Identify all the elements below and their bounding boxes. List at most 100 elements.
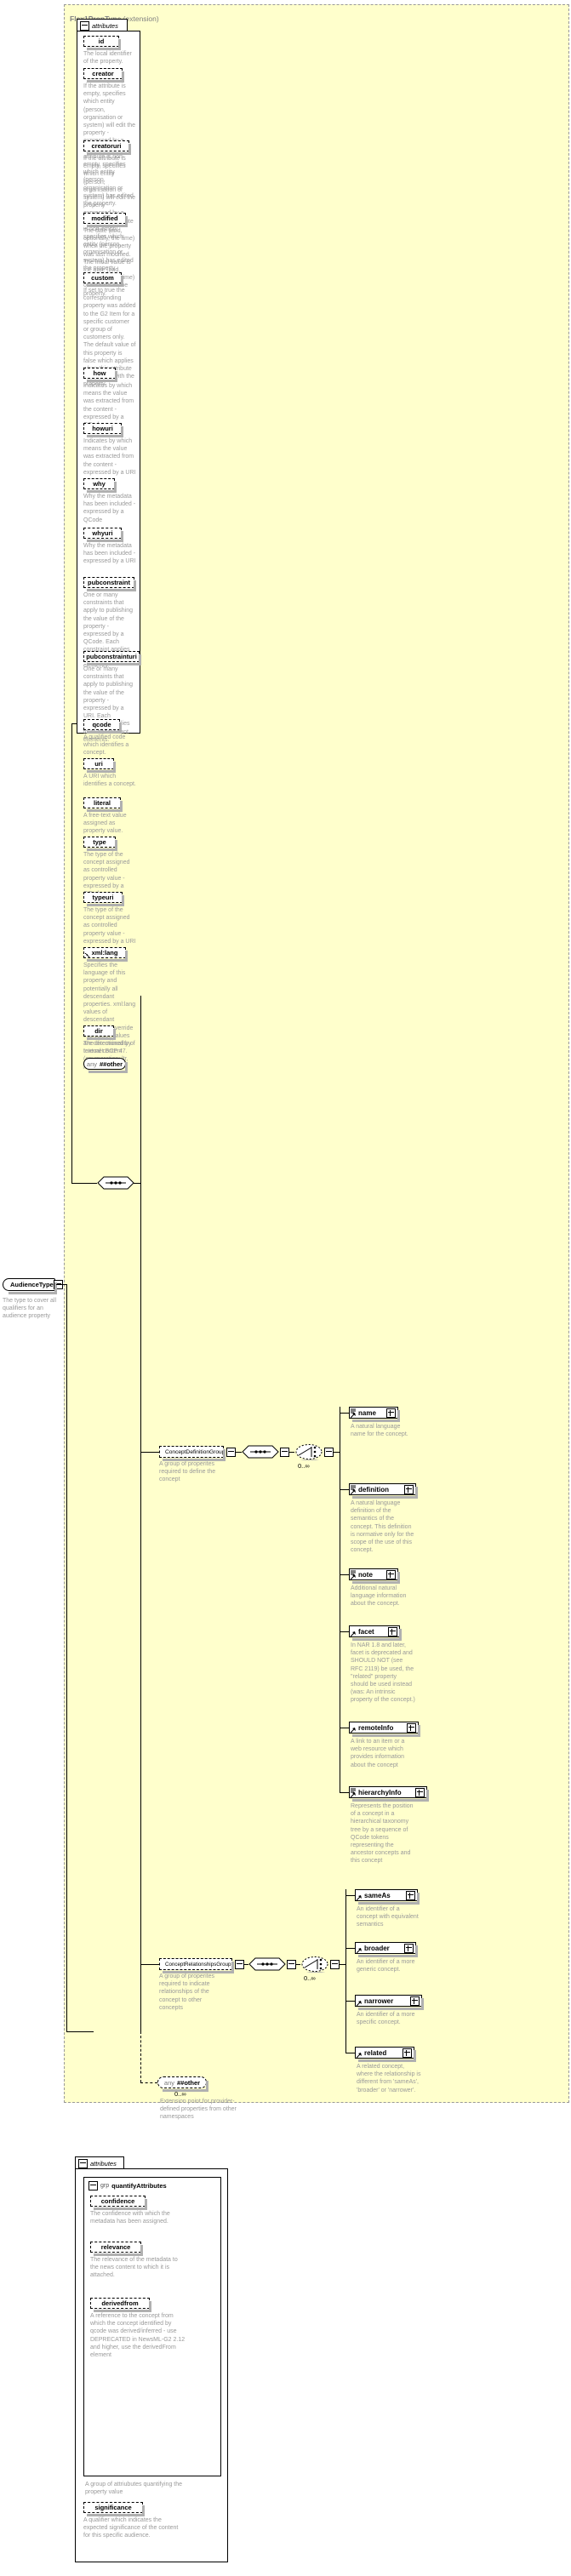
attr-label: typeuri <box>92 894 114 901</box>
attr-label: custom <box>91 274 114 282</box>
connector-seq-out <box>134 1183 140 1184</box>
element-definition[interactable]: definition <box>349 1483 418 1499</box>
element-expand-icon[interactable] <box>388 1626 397 1636</box>
attr-chip-confidence[interactable]: confidence <box>90 2196 147 2210</box>
any-prefix: any <box>163 2078 174 2087</box>
branch-spine <box>140 996 141 2031</box>
element-expand-icon[interactable] <box>407 1722 416 1733</box>
attr-chip-custom[interactable]: custom <box>83 272 123 287</box>
element-desc-remoteinfo: A link to an item or a web resource whic… <box>351 1739 405 1768</box>
element-any-other-chip[interactable]: any ##other <box>157 2076 208 2092</box>
attr-chip-significance[interactable]: significance <box>83 2502 145 2516</box>
choice-node-definition[interactable] <box>294 1443 323 1463</box>
attr-chip-literal[interactable]: literal <box>83 797 123 812</box>
element-expand-icon[interactable] <box>404 1484 414 1494</box>
element-arrow-icon <box>357 1895 362 1900</box>
element-expand-icon[interactable] <box>386 1408 396 1418</box>
choice-node-relationships[interactable] <box>300 1956 329 1975</box>
group-collapse-minus-icon[interactable] <box>89 2181 98 2190</box>
element-name[interactable]: name <box>349 1407 400 1422</box>
attr-chip-creator[interactable]: creator <box>83 68 124 83</box>
attributes-tab[interactable]: attributes <box>77 19 128 31</box>
connector-rel-child-broader <box>345 1948 355 1949</box>
attr-chip-how[interactable]: how <box>83 368 117 382</box>
connector-defgroup-to-seq <box>235 1452 242 1453</box>
relationships-children-spine <box>345 1889 346 2053</box>
element-remoteinfo[interactable]: remoteInfo <box>349 1722 420 1737</box>
root-type-desc: The type to cover all qualifiers for an … <box>3 1298 57 1320</box>
element-broader[interactable]: broader <box>355 1942 418 1957</box>
connector-rel-child-narrower <box>345 2001 355 2002</box>
attr-chip-pubconstrainturi[interactable]: pubconstrainturi <box>83 651 141 665</box>
group-relationships-desc: A group of properites required to indica… <box>159 1973 214 2011</box>
attr-label: dir <box>94 1027 103 1035</box>
element-arrow-icon <box>357 1948 362 1953</box>
element-arrow-icon <box>357 2053 362 2058</box>
element-expand-icon[interactable] <box>404 1943 414 1953</box>
panel-spine-to-attrs <box>71 723 77 724</box>
attr-chip-qcode[interactable]: qcode <box>83 719 122 734</box>
attr-chip-type[interactable]: type <box>83 837 117 851</box>
attr-chip-dir[interactable]: dir <box>83 1025 116 1040</box>
attr-label: modified <box>91 214 118 222</box>
schema-diagram: Flex1PropType (extension) attributes id … <box>0 0 571 2576</box>
quantify-attributes-group-header[interactable]: grp quantifyAttributes <box>89 2181 167 2190</box>
element-expand-icon[interactable] <box>415 1787 425 1797</box>
attr-chip-howuri[interactable]: howuri <box>83 423 123 437</box>
attr-desc-id: The local identifier of the property. <box>83 51 132 66</box>
sequence-node-definition[interactable] <box>242 1445 279 1461</box>
attr-desc-qcode: A qualified code which identifies a conc… <box>83 734 129 757</box>
element-related[interactable]: related <box>355 2047 416 2062</box>
element-arrow-icon <box>351 1489 356 1494</box>
connector-relchoice-out <box>339 1964 345 1965</box>
group-ref-label: ConceptRelationshipsGroup <box>165 1961 231 1968</box>
sequence-node-root[interactable] <box>97 1176 134 1192</box>
attr-chip-xml-lang[interactable]: xml:lang <box>83 947 128 962</box>
attr-chip-creatoruri[interactable]: creatoruri <box>83 140 131 155</box>
attr-chip-whyuri[interactable]: whyuri <box>83 528 123 542</box>
connector-def-child-hierarchyinfo <box>340 1792 349 1793</box>
attr-chip-uri[interactable]: uri <box>83 758 116 773</box>
element-facet[interactable]: facet <box>349 1625 402 1641</box>
root-type-chip[interactable]: AudienceType <box>3 1278 63 1294</box>
attr-desc-whyuri: Why the metadata has been included - exp… <box>83 543 136 565</box>
collapse-minus-icon[interactable] <box>80 20 89 31</box>
attr-chip-derivedfrom[interactable]: derivedfrom <box>90 2298 151 2312</box>
element-expand-icon[interactable] <box>386 1569 396 1579</box>
attr-chip-typeuri[interactable]: typeuri <box>83 892 124 906</box>
connector-branch-relationships <box>140 1964 159 1965</box>
bottom-attributes-tab[interactable]: attributes <box>75 2156 124 2169</box>
bottom-collapse-minus-icon[interactable] <box>78 2158 88 2168</box>
attr-chip-why[interactable]: why <box>83 478 117 493</box>
element-desc-name: A natural language name for the concept. <box>351 1424 408 1438</box>
attr-desc-literal: A free-text value assigned as property v… <box>83 813 127 835</box>
element-narrower[interactable]: narrower <box>355 1995 424 2010</box>
sequence-node-relationships[interactable] <box>248 1957 286 1973</box>
element-label: note <box>358 1570 373 1579</box>
connector-def-child-facet <box>340 1631 349 1632</box>
attr-label: howuri <box>92 425 113 432</box>
connector-def-child-name <box>340 1413 349 1414</box>
attr-desc-derivedfrom: A reference to the concept from which th… <box>90 2313 186 2359</box>
attr-chip-modified[interactable]: modified <box>83 213 128 227</box>
element-sameas[interactable]: sameAs <box>355 1889 420 1905</box>
cardinality-any-other: 0..∞ <box>174 2090 186 2098</box>
group-ref-concept-relationships[interactable]: ConceptRelationshipsGroup <box>159 1958 234 1973</box>
element-hierarchyinfo[interactable]: hierarchyInfo <box>349 1786 429 1802</box>
attr-chip-id[interactable]: id <box>83 36 121 50</box>
attr-any-other-chip[interactable]: any ##other <box>83 1058 128 1073</box>
element-expand-icon[interactable] <box>410 1996 420 2006</box>
attr-chip-relevance[interactable]: relevance <box>90 2242 143 2256</box>
element-expand-icon[interactable] <box>403 2048 412 2058</box>
group-ref-concept-definition[interactable]: ConceptDefinitionGroup <box>159 1446 226 1461</box>
attr-label: creatoruri <box>91 142 122 150</box>
attr-desc-relevance: The relevance of the metadata to the new… <box>90 2257 178 2279</box>
element-note[interactable]: note <box>349 1568 400 1584</box>
attr-chip-pubconstraint[interactable]: pubconstraint <box>83 577 136 591</box>
attr-label: pubconstraint <box>88 579 130 586</box>
element-expand-icon[interactable] <box>406 1890 415 1900</box>
root-type-label: AudienceType <box>10 1281 54 1288</box>
attr-desc-typeuri: The type of the concept assigned as cont… <box>83 907 136 945</box>
connector-root-vertical <box>66 1284 67 2031</box>
attr-label: confidence <box>100 2197 135 2205</box>
